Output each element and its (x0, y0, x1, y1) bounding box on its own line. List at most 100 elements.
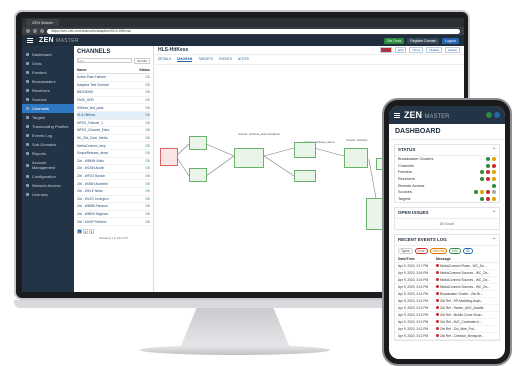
sidebar-item-feeders[interactable]: Feeders (22, 68, 74, 77)
delete-button[interactable]: Delete (445, 47, 460, 53)
broadcaster-node[interactable] (234, 148, 264, 168)
table-row[interactable]: Apr 9, 2020, 3:16 PM MediaConnect Sources… (395, 277, 499, 285)
channel-name[interactable]: Active-Pass-Failover (77, 75, 145, 79)
sidebar-item-channels[interactable]: Channels (22, 104, 74, 113)
status-row[interactable]: Targets (395, 196, 499, 203)
sidebar-item-targets[interactable]: Targets (22, 113, 74, 122)
browser-tab[interactable]: ZEN Master (26, 19, 60, 26)
chevron-up-icon[interactable]: ⌃ (492, 147, 496, 153)
list-item[interactable]: Zixi - WKLE News OK (77, 188, 150, 196)
status-row[interactable]: Sources (395, 189, 499, 196)
status-row[interactable]: Broadcaster Clusters (395, 156, 499, 163)
sidebar-item-transcoding-profiles[interactable]: Transcoding Profiles (22, 122, 74, 131)
sidebar-item-network-access[interactable]: Network Access (22, 181, 74, 190)
domain-button[interactable]: Register Domain (407, 37, 440, 44)
broadcaster-node[interactable] (344, 148, 368, 168)
list-item[interactable]: FAKE_HDR OK (77, 97, 150, 105)
channel-name[interactable]: Zixi - WNEM Saginaw (77, 212, 145, 216)
table-row[interactable]: Apr 9, 2020, 3:17 PM MediaConnect Flows -… (395, 263, 499, 271)
page-button[interactable]: 1 (77, 228, 82, 234)
channel-name[interactable]: SimpleRelease_demo (77, 151, 145, 155)
table-row[interactable]: Apr 9, 2020, 3:14 PM Zixi Ref - RP-Meddli… (395, 298, 499, 306)
chevron-up-icon[interactable]: ⌃ (492, 210, 496, 216)
channel-name[interactable]: Zixi - KUNP Portland (77, 220, 145, 224)
sidebar-item-sub-domains[interactable]: Sub-Domains (22, 140, 74, 149)
menu-icon[interactable] (27, 38, 33, 43)
logout-button[interactable]: Logout (442, 37, 459, 44)
sidebar-item-events-log[interactable]: Events Log (22, 131, 74, 140)
list-item[interactable]: ML_Zixi_Zone_Media OK (77, 135, 150, 143)
channel-name[interactable]: Zixi - WKLE News (77, 189, 145, 193)
list-item[interactable]: Zixi - WLEX Lexington OK (77, 196, 150, 204)
filter-chip[interactable]: Warning (429, 248, 448, 255)
list-item[interactable]: Zixi - WFOX Boston OK (77, 173, 150, 181)
tab-details[interactable]: DETAILS (158, 57, 171, 62)
list-item[interactable]: SimpleRelease_demo OK (77, 150, 150, 158)
tab-targets[interactable]: TARGETS (198, 57, 213, 62)
channel-name[interactable]: Zixi - WBMM Video (77, 159, 145, 163)
channel-name[interactable]: MPEG_Channel_Extra (77, 128, 145, 132)
channel-name[interactable]: Zixi - WGBH Anaheim (77, 182, 145, 186)
channel-name[interactable]: HitKess_test_pass (77, 106, 145, 110)
source-node[interactable] (160, 148, 178, 166)
sort-button[interactable]: Sort By (134, 58, 150, 64)
table-row[interactable]: Apr 9, 2020, 3:12 PM Zixi Ref - Cheddar_M… (395, 333, 499, 341)
sidebar-item-configuration[interactable]: Configuration (22, 172, 74, 181)
list-item[interactable]: MPEG_Failover_1 OK (77, 120, 150, 128)
channel-name[interactable]: MPEG_Failover_1 (77, 121, 145, 125)
clone-button[interactable]: Clone (409, 47, 424, 53)
table-row[interactable]: Apr 9, 2020, 3:13 PM Zixi Ref - Mobile-Co… (395, 312, 499, 320)
list-item[interactable]: MediaConnect_rtmp OK (77, 142, 150, 150)
channel-filter-input[interactable]: Filter (77, 58, 133, 63)
user-icon[interactable] (486, 112, 492, 118)
table-row[interactable]: Apr 9, 2020, 3:12 PM Zixi Ref - AVC_Comba… (395, 319, 499, 327)
status-row[interactable]: Feeders (395, 169, 499, 176)
docs-button[interactable]: Zixi Docs (383, 37, 405, 44)
sidebar-item-broadcasters[interactable]: Broadcasters (22, 77, 74, 86)
channel-name[interactable]: Zixi - WMBB Panama (77, 204, 145, 208)
broadcaster-node[interactable] (294, 142, 316, 158)
url-input[interactable]: https://zen.zixi.com/channels/adaptive/H… (47, 28, 460, 34)
channel-name[interactable]: Zixi - WFOX Boston (77, 174, 145, 178)
filter-chip[interactable]: Ok (462, 248, 473, 255)
table-row[interactable]: Apr 9, 2020, 3:15 PM MediaConnect Sources… (395, 284, 499, 292)
list-item[interactable]: Zixi - WGBH Anaheim OK (77, 180, 150, 188)
list-item[interactable]: MPEG_Channel_Extra OK (77, 127, 150, 135)
reload-icon[interactable] (40, 29, 44, 33)
sidebar-item-licenses[interactable]: Licenses (22, 190, 74, 199)
filter-chip[interactable]: Types (398, 248, 413, 255)
chevron-up-icon[interactable]: ⌃ (492, 237, 496, 243)
feeder-node[interactable] (189, 168, 207, 182)
sidebar-item-account-management[interactable]: Account Management (22, 158, 74, 172)
channel-name[interactable]: MediaConnect_rtmp (77, 144, 145, 148)
sidebar-item-receivers[interactable]: Receivers (22, 86, 74, 95)
forward-icon[interactable] (33, 29, 37, 33)
page-button[interactable]: 3 (89, 228, 94, 234)
channel-name[interactable]: Adaptive Test Channel (77, 83, 145, 87)
list-item[interactable]: Zixi - WNEM Saginaw OK (77, 211, 150, 219)
table-row[interactable]: Apr 9, 2020, 3:12 PM Zixi Ref - Zixi_Web_… (395, 326, 499, 334)
edit-button[interactable]: Edit (395, 47, 407, 53)
status-row[interactable]: Channels (395, 163, 499, 170)
channel-name[interactable]: HLS-HitKess (77, 113, 145, 117)
feeder-node[interactable] (189, 136, 207, 150)
list-item[interactable]: Zixi - WBMM Video OK (77, 158, 150, 166)
filter-chip[interactable]: Error (414, 248, 428, 255)
status-row[interactable]: Receivers (395, 176, 499, 183)
list-item[interactable]: Zixi - KUNP Portland OK (77, 218, 150, 226)
back-icon[interactable] (26, 29, 30, 33)
tab-notes[interactable]: NOTES (238, 57, 249, 62)
channel-name[interactable]: Zixi - WCNN Austin (77, 166, 145, 170)
list-item[interactable]: HLS-HitKess OK (77, 111, 150, 120)
table-row[interactable]: Apr 9, 2020, 3:16 PM MediaConnect Sources… (395, 270, 499, 278)
filter-chip[interactable]: Info (449, 248, 461, 255)
channel-name[interactable]: BBCNEWS (77, 90, 145, 94)
list-item[interactable]: BBCNEWS OK (77, 89, 150, 97)
logout-icon[interactable] (494, 112, 500, 118)
sidebar-item-dashboard[interactable]: Dashboard (22, 50, 74, 59)
sidebar-item-reports[interactable]: Reports (22, 149, 74, 158)
status-row[interactable]: Remote Access (395, 182, 499, 189)
channel-name[interactable]: FAKE_HDR (77, 98, 145, 102)
mute-button[interactable]: Mute (379, 47, 393, 53)
channel-name[interactable]: ML_Zixi_Zone_Media (77, 136, 145, 140)
